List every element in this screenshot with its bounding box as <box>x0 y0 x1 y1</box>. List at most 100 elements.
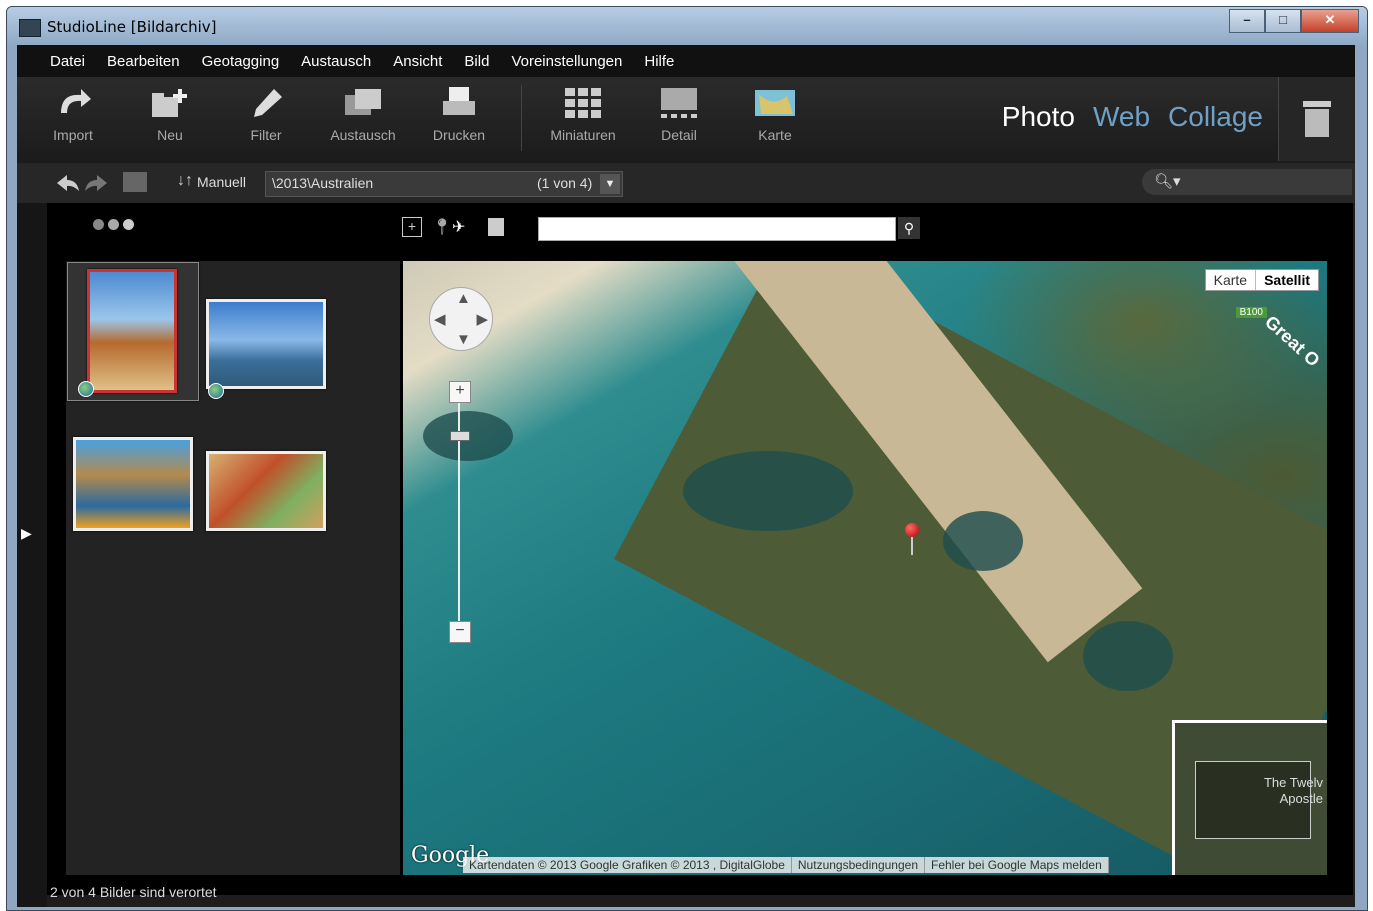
close-button[interactable]: ✕ <box>1301 9 1359 33</box>
print-icon <box>437 83 481 123</box>
filter-label: Filter <box>250 127 282 143</box>
chevron-down-icon[interactable]: ▼ <box>600 174 620 194</box>
pan-up-icon[interactable]: ▲ <box>456 290 471 307</box>
new-label: Neu <box>157 127 183 143</box>
location-pin-icon[interactable] <box>905 523 919 537</box>
pan-right-icon[interactable]: ▶ <box>476 310 488 328</box>
app-logo-icon <box>19 19 41 37</box>
road-badge: B100 <box>1235 307 1267 318</box>
exchange-icon <box>341 83 385 123</box>
trash-button[interactable] <box>1278 77 1355 161</box>
sort-icon[interactable]: ↓↑ <box>177 172 193 190</box>
map-button[interactable]: Karte <box>735 83 815 143</box>
menu-bearbeiten[interactable]: Bearbeiten <box>96 53 191 70</box>
thumbnails-icon <box>561 83 605 123</box>
sort-label[interactable]: Manuell <box>197 174 246 190</box>
search-button[interactable]: 🔍︎▾ <box>1142 169 1352 195</box>
menu-austausch[interactable]: Austausch <box>290 53 382 70</box>
attribution-copyright: Kartendaten © 2013 Google Grafiken © 201… <box>463 857 792 873</box>
pan-control[interactable]: ▲ ◀ ▶ ▼ <box>429 287 493 351</box>
size-large-icon[interactable] <box>123 219 134 230</box>
path-selector[interactable]: \2013\Australien (1 von 4) ▼ <box>265 171 623 197</box>
back-icon <box>57 175 79 191</box>
path-text: \2013\Australien <box>272 175 374 191</box>
mode-collage[interactable]: Collage <box>1168 101 1263 133</box>
photo-kayak-thumbnail[interactable] <box>73 437 193 531</box>
toolbar-divider <box>521 85 522 151</box>
map-tools: + 📍︎ ✈ <box>402 217 504 237</box>
exchange-label: Austausch <box>330 127 396 143</box>
detail-label: Detail <box>661 127 697 143</box>
overview-label: The Twelv Apostle <box>1264 775 1323 807</box>
size-small-icon[interactable] <box>93 219 104 230</box>
photo-coast-thumbnail[interactable] <box>87 269 177 393</box>
zoom-in-button[interactable]: + <box>449 381 471 403</box>
forward-icon <box>85 175 107 191</box>
satellite-map[interactable]: Karte Satellit B100 Great O ▲ ◀ ▶ ▼ + − … <box>403 261 1327 875</box>
expand-arrow-icon[interactable]: ▶ <box>21 525 32 542</box>
filter-icon <box>244 83 288 123</box>
menu-voreinstellungen[interactable]: Voreinstellungen <box>500 53 633 70</box>
terms-link[interactable]: Nutzungsbedingungen <box>792 857 925 873</box>
airplane-icon[interactable]: ✈ <box>452 217 478 237</box>
geotag-globe-icon <box>208 383 224 399</box>
print-button[interactable]: Drucken <box>419 83 499 143</box>
map-label: Karte <box>758 127 792 143</box>
title-bar[interactable]: StudioLine [Bildarchiv] – □ ✕ <box>7 7 1367 45</box>
trash-icon <box>1303 101 1331 137</box>
menu-bild[interactable]: Bild <box>453 53 500 70</box>
text-label-icon[interactable] <box>488 218 504 236</box>
main-toolbar: Import Neu Filter Austausch Drucken Mini… <box>17 77 1355 163</box>
path-count: (1 von 4) <box>537 175 593 191</box>
menu-datei[interactable]: Datei <box>39 53 96 70</box>
map-type-karte[interactable]: Karte <box>1206 270 1255 290</box>
thumbnail-size-control[interactable] <box>93 219 134 230</box>
import-label: Import <box>53 127 93 143</box>
minimize-button[interactable]: – <box>1229 9 1265 33</box>
map-search-input[interactable] <box>538 217 896 241</box>
mode-switcher: Photo Web Collage <box>1002 101 1263 133</box>
exchange-button[interactable]: Austausch <box>323 83 403 143</box>
map-icon <box>753 83 797 123</box>
filter-button[interactable]: Filter <box>226 83 306 143</box>
search-icon: 🔍︎▾ <box>1154 173 1181 190</box>
menu-hilfe[interactable]: Hilfe <box>633 53 685 70</box>
app-body: Datei Bearbeiten Geotagging Austausch An… <box>17 45 1355 907</box>
view-grid-button[interactable] <box>123 172 147 192</box>
import-button[interactable]: Import <box>33 83 113 143</box>
zoom-out-button[interactable]: − <box>449 621 471 643</box>
detail-button[interactable]: Detail <box>639 83 719 143</box>
navigation-bar: ↓↑ Manuell \2013\Australien (1 von 4) ▼ … <box>17 163 1355 203</box>
photo-volleyball-thumbnail[interactable] <box>206 451 326 531</box>
mode-photo[interactable]: Photo <box>1002 101 1075 133</box>
photo-harbour-bridge-thumbnail[interactable] <box>206 299 326 389</box>
thumbnail-panel <box>66 261 400 875</box>
menu-ansicht[interactable]: Ansicht <box>382 53 453 70</box>
menu-geotagging[interactable]: Geotagging <box>191 53 291 70</box>
map-type-satellit[interactable]: Satellit <box>1255 270 1318 290</box>
status-text: 2 von 4 Bilder sind verortet <box>50 884 217 900</box>
pin-icon[interactable]: 📍︎ <box>432 217 452 237</box>
zoom-slider-handle[interactable] <box>450 431 470 441</box>
mode-web[interactable]: Web <box>1093 101 1150 133</box>
thumbnails-button[interactable]: Miniaturen <box>543 83 623 143</box>
map-reef <box>943 511 1023 571</box>
size-medium-icon[interactable] <box>108 219 119 230</box>
map-reef <box>683 451 853 531</box>
road-label: Great O <box>1261 311 1324 371</box>
overview-map[interactable]: The Twelv Apostle <box>1172 720 1327 875</box>
pan-left-icon[interactable]: ◀ <box>434 310 446 328</box>
map-search-icon[interactable]: ⚲ <box>898 217 920 239</box>
detail-icon <box>657 83 701 123</box>
maximize-button[interactable]: □ <box>1265 9 1301 33</box>
collapse-strip[interactable]: ▶ <box>17 203 47 907</box>
new-button[interactable]: Neu <box>130 83 210 143</box>
map-attribution: Kartendaten © 2013 Google Grafiken © 201… <box>463 857 1109 873</box>
pin-stem <box>911 535 913 555</box>
pan-down-icon[interactable]: ▼ <box>456 331 471 348</box>
import-icon <box>51 83 95 123</box>
zoom-to-fit-icon[interactable]: + <box>402 217 422 237</box>
report-error-link[interactable]: Fehler bei Google Maps melden <box>925 857 1109 873</box>
print-label: Drucken <box>432 127 486 143</box>
geotag-globe-icon <box>78 381 94 397</box>
